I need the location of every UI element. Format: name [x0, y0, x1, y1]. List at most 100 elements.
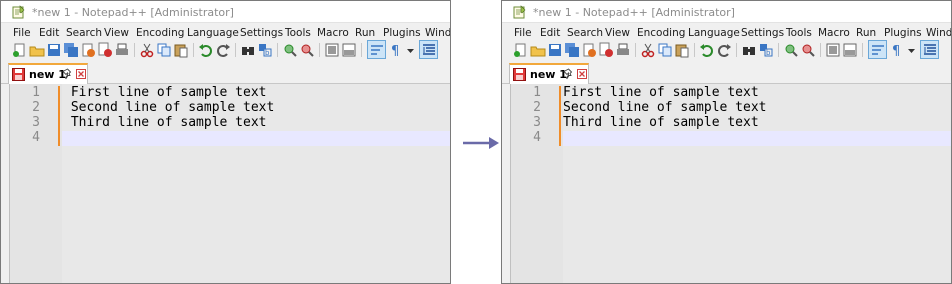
- code-line[interactable]: Second line of sample text: [563, 100, 767, 115]
- close-all-icon[interactable]: [97, 42, 113, 58]
- sync-horizontal-icon[interactable]: [842, 42, 858, 58]
- tab-close-icon[interactable]: [76, 69, 86, 79]
- menu-run[interactable]: Run: [355, 27, 375, 39]
- tab-bar: new 1: [502, 61, 951, 84]
- word-wrap-icon[interactable]: [870, 42, 886, 58]
- menu-plugins[interactable]: Plugins: [884, 27, 922, 39]
- change-history-bar: [58, 86, 60, 146]
- word-wrap-icon[interactable]: [369, 42, 385, 58]
- redo-icon[interactable]: [716, 42, 732, 58]
- code-line[interactable]: Third line of sample text: [63, 115, 267, 130]
- menu-language[interactable]: Language: [187, 27, 239, 39]
- undo-icon[interactable]: [198, 42, 214, 58]
- menu-view[interactable]: View: [104, 27, 129, 39]
- menu-edit[interactable]: Edit: [540, 27, 560, 39]
- paste-icon[interactable]: [173, 42, 189, 58]
- menu-edit[interactable]: Edit: [39, 27, 59, 39]
- sync-horizontal-icon[interactable]: [341, 42, 357, 58]
- save-icon[interactable]: [46, 42, 62, 58]
- tab-label: new 1: [29, 68, 66, 81]
- menu-encoding[interactable]: Encoding: [136, 27, 184, 39]
- line-number: 4: [533, 130, 541, 145]
- open-file-icon[interactable]: [530, 42, 546, 58]
- editor-area[interactable]: 1 2 3 4 First line of sample text Second…: [9, 84, 450, 283]
- notepadpp-window-before: *new 1 - Notepad++ [Administrator] File …: [0, 0, 451, 284]
- editor-area[interactable]: 1 2 3 4 First line of sample text Second…: [510, 84, 951, 283]
- code-line[interactable]: First line of sample text: [563, 85, 759, 100]
- menu-settings[interactable]: Settings: [240, 27, 283, 39]
- indent-guide-icon[interactable]: [922, 42, 938, 58]
- dropdown-icon[interactable]: [403, 42, 419, 58]
- menu-file[interactable]: File: [13, 27, 31, 39]
- notepadpp-app-icon: [12, 5, 25, 19]
- close-icon[interactable]: [80, 42, 96, 58]
- toolbar-separator: [319, 43, 320, 57]
- new-file-icon[interactable]: [513, 42, 529, 58]
- menu-encoding[interactable]: Encoding: [637, 27, 685, 39]
- code-line[interactable]: Second line of sample text: [63, 100, 275, 115]
- replace-icon[interactable]: b: [758, 42, 774, 58]
- menu-search[interactable]: Search: [66, 27, 102, 39]
- toolbar-separator: [778, 43, 779, 57]
- unsaved-file-icon: [12, 68, 25, 81]
- menu-macro[interactable]: Macro: [317, 27, 349, 39]
- line-number: 1: [32, 85, 40, 100]
- find-icon[interactable]: [240, 42, 256, 58]
- open-file-icon[interactable]: [29, 42, 45, 58]
- menu-language[interactable]: Language: [688, 27, 740, 39]
- save-icon[interactable]: [547, 42, 563, 58]
- pin-icon[interactable]: [563, 68, 574, 80]
- menu-window[interactable]: Windo: [425, 27, 450, 39]
- print-icon[interactable]: [114, 42, 130, 58]
- paste-icon[interactable]: [674, 42, 690, 58]
- menu-window[interactable]: Windo: [926, 27, 951, 39]
- menu-run[interactable]: Run: [856, 27, 876, 39]
- menu-tools[interactable]: Tools: [285, 27, 311, 39]
- code-line[interactable]: First line of sample text: [63, 85, 267, 100]
- cut-icon[interactable]: [139, 42, 155, 58]
- zoom-in-icon[interactable]: [783, 42, 799, 58]
- toolbar-separator: [134, 43, 135, 57]
- change-history-bar: [559, 86, 561, 146]
- tab-close-icon[interactable]: [577, 69, 587, 79]
- sync-vertical-icon[interactable]: [324, 42, 340, 58]
- print-icon[interactable]: [615, 42, 631, 58]
- show-all-chars-icon[interactable]: ¶: [388, 42, 404, 58]
- copy-icon[interactable]: [657, 42, 673, 58]
- dropdown-icon[interactable]: [904, 42, 920, 58]
- code-line[interactable]: Third line of sample text: [563, 115, 759, 130]
- menu-file[interactable]: File: [514, 27, 532, 39]
- pin-icon[interactable]: [62, 68, 73, 80]
- toolbar-separator: [820, 43, 821, 57]
- close-all-icon[interactable]: [598, 42, 614, 58]
- toolbar-separator: [361, 43, 362, 57]
- menu-settings[interactable]: Settings: [741, 27, 784, 39]
- find-icon[interactable]: [741, 42, 757, 58]
- tab-new-1[interactable]: new 1: [8, 63, 88, 84]
- save-all-icon[interactable]: [564, 42, 580, 58]
- toolbar: b ¶: [502, 40, 951, 60]
- new-file-icon[interactable]: [12, 42, 28, 58]
- zoom-out-icon[interactable]: [800, 42, 816, 58]
- close-icon[interactable]: [581, 42, 597, 58]
- undo-icon[interactable]: [699, 42, 715, 58]
- toolbar-separator: [694, 43, 695, 57]
- sync-vertical-icon[interactable]: [825, 42, 841, 58]
- menu-plugins[interactable]: Plugins: [383, 27, 421, 39]
- tab-new-1[interactable]: new 1: [509, 63, 589, 84]
- menu-tools[interactable]: Tools: [786, 27, 812, 39]
- zoom-in-icon[interactable]: [282, 42, 298, 58]
- replace-icon[interactable]: b: [257, 42, 273, 58]
- menu-macro[interactable]: Macro: [818, 27, 850, 39]
- right-arrow-icon: [463, 137, 499, 149]
- redo-icon[interactable]: [215, 42, 231, 58]
- indent-guide-icon[interactable]: [421, 42, 437, 58]
- menu-view[interactable]: View: [605, 27, 630, 39]
- show-all-chars-icon[interactable]: ¶: [889, 42, 905, 58]
- menu-search[interactable]: Search: [567, 27, 603, 39]
- copy-icon[interactable]: [156, 42, 172, 58]
- save-all-icon[interactable]: [63, 42, 79, 58]
- zoom-out-icon[interactable]: [299, 42, 315, 58]
- cut-icon[interactable]: [640, 42, 656, 58]
- current-line-highlight: [563, 131, 951, 146]
